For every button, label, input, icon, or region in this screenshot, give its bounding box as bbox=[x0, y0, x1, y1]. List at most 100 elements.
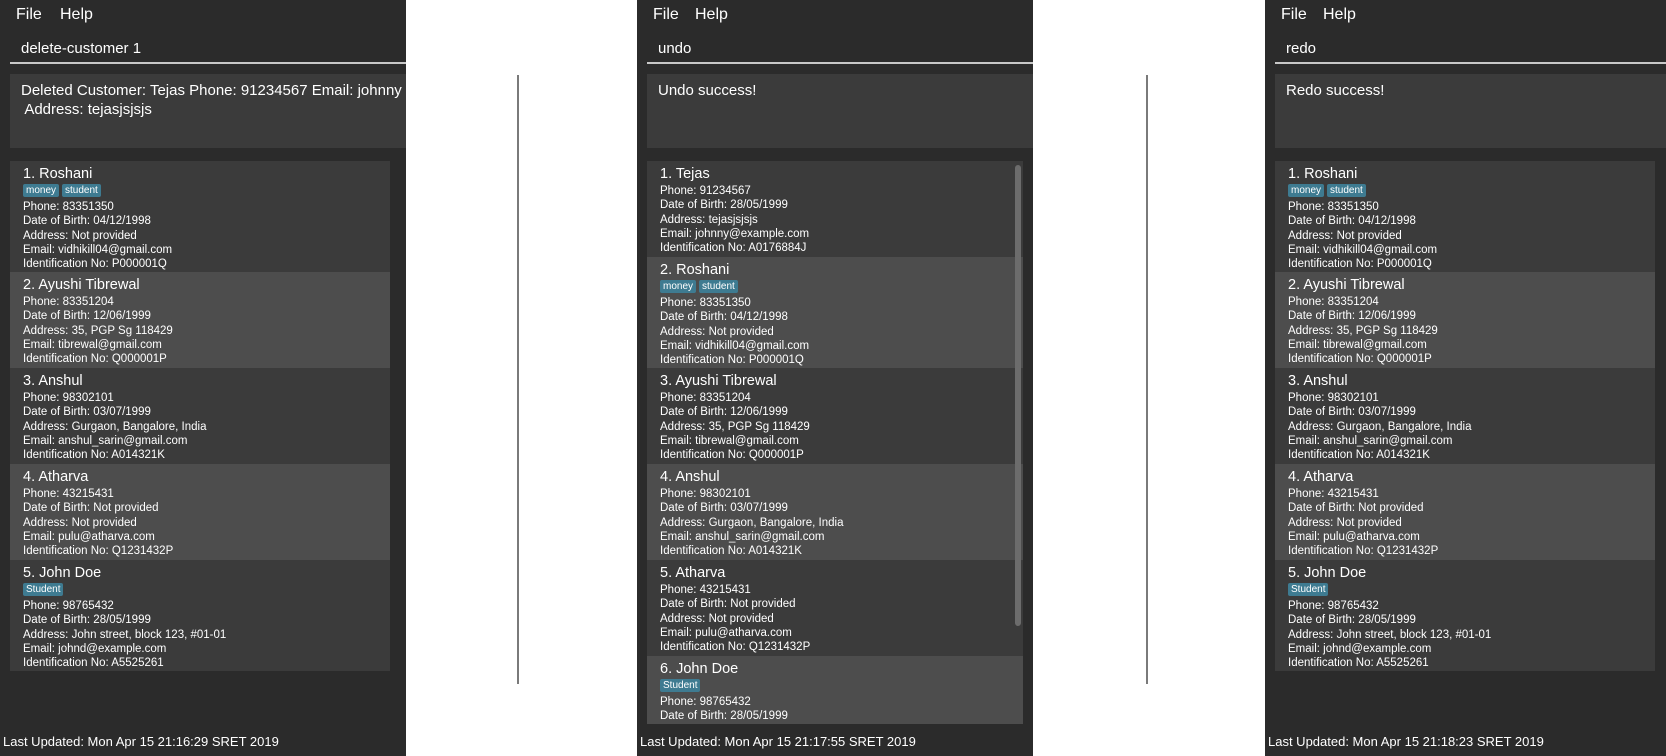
customer-address: Address: Not provided bbox=[23, 516, 137, 529]
customer-address: Address: tejasjsjsjs bbox=[660, 213, 758, 226]
menu-file[interactable]: File bbox=[653, 6, 679, 24]
customer-phone: Phone: 83351204 bbox=[23, 296, 114, 308]
customer-address: Address: John street, block 123, #01-01 bbox=[1288, 628, 1492, 641]
customer-name: 4. Atharva bbox=[1288, 469, 1354, 485]
customer-name: 2. Ayushi Tibrewal bbox=[23, 277, 140, 293]
menu-file[interactable]: File bbox=[16, 6, 42, 24]
customer-name: 3. Ayushi Tibrewal bbox=[660, 373, 777, 389]
customer-card[interactable]: 5. John Doe Student Phone: 98765432 Date… bbox=[1275, 560, 1655, 671]
customer-card[interactable]: 1. Roshani money student Phone: 83351350 … bbox=[10, 161, 390, 272]
customer-card[interactable]: 4. Atharva Phone: 43215431 Date of Birth… bbox=[10, 464, 390, 560]
customer-list[interactable]: 1. Roshani money student Phone: 83351350 … bbox=[1275, 161, 1655, 724]
customer-email: Email: vidhikill04@gmail.com bbox=[660, 339, 810, 352]
customer-phone: Phone: 98302101 bbox=[660, 488, 751, 500]
customer-phone: Phone: 83351204 bbox=[660, 392, 751, 404]
customer-phone: Phone: 98302101 bbox=[23, 392, 114, 404]
customer-card[interactable]: 4. Atharva Phone: 43215431 Date of Birth… bbox=[1275, 464, 1655, 560]
customer-phone: Phone: 43215431 bbox=[1288, 488, 1379, 500]
customer-id: Identification No: Q000001P bbox=[1288, 353, 1432, 366]
menu-file[interactable]: File bbox=[1281, 6, 1307, 24]
customer-id: Identification No: A0176884J bbox=[660, 242, 807, 255]
customer-card[interactable]: 1. Roshani money student Phone: 83351350 … bbox=[1275, 161, 1655, 272]
customer-dob: Date of Birth: 12/06/1999 bbox=[1288, 310, 1416, 323]
menu-help[interactable]: Help bbox=[695, 6, 728, 24]
command-box bbox=[10, 34, 406, 64]
customer-card[interactable]: 2. Ayushi Tibrewal Phone: 83351204 Date … bbox=[1275, 272, 1655, 368]
customer-dob: Date of Birth: 03/07/1999 bbox=[660, 502, 788, 515]
tag-list: money student bbox=[1288, 184, 1655, 200]
tag: Student bbox=[1288, 583, 1329, 596]
customer-email: Email: johnd@example.com bbox=[23, 642, 167, 655]
customer-name: 5. John Doe bbox=[1288, 565, 1367, 581]
customer-card[interactable]: 1. Tejas Phone: 91234567 Date of Birth: … bbox=[647, 161, 1023, 257]
command-input[interactable] bbox=[10, 34, 406, 62]
tag: Student bbox=[23, 583, 64, 596]
customer-card[interactable]: 6. John Doe Student Phone: 98765432 Date… bbox=[647, 656, 1023, 724]
tag: money bbox=[1288, 184, 1325, 197]
customer-email: Email: tibrewal@gmail.com bbox=[1288, 338, 1427, 351]
customer-address: Address: Not provided bbox=[660, 612, 774, 625]
customer-address: Address: Gurgaon, Bangalore, India bbox=[1288, 420, 1472, 433]
customer-email: Email: johnny@example.com bbox=[660, 227, 810, 240]
menu-help[interactable]: Help bbox=[1323, 6, 1356, 24]
customer-phone: Phone: 98302101 bbox=[1288, 392, 1379, 404]
menu-help[interactable]: Help bbox=[60, 6, 93, 24]
command-input[interactable] bbox=[1275, 34, 1666, 62]
customer-address: Address: 35, PGP Sg 118429 bbox=[1288, 324, 1438, 337]
customer-address: Address: John street, block 123, #01-01 bbox=[23, 628, 227, 641]
customer-email: Email: pulu@atharva.com bbox=[1288, 530, 1420, 543]
customer-card[interactable]: 5. Atharva Phone: 43215431 Date of Birth… bbox=[647, 560, 1023, 656]
customer-dob: Date of Birth: 04/12/1998 bbox=[660, 311, 788, 324]
result-display: Deleted Customer: Tejas Phone: 91234567 … bbox=[10, 74, 406, 148]
customer-name: 1. Roshani bbox=[23, 166, 93, 182]
customer-id: Identification No: P000001Q bbox=[660, 354, 804, 367]
customer-list[interactable]: 1. Tejas Phone: 91234567 Date of Birth: … bbox=[647, 161, 1023, 724]
customer-dob: Date of Birth: Not provided bbox=[660, 598, 796, 611]
customer-phone: Phone: 83351350 bbox=[660, 297, 751, 309]
customer-address: Address: Gurgaon, Bangalore, India bbox=[660, 516, 844, 529]
customer-card[interactable]: 3. Anshul Phone: 98302101 Date of Birth:… bbox=[10, 368, 390, 464]
customer-id: Identification No: A5525261 bbox=[23, 657, 164, 670]
customer-phone: Phone: 91234567 bbox=[660, 185, 751, 197]
tag-list: Student bbox=[660, 679, 1023, 695]
command-box bbox=[1275, 34, 1666, 64]
customer-card[interactable]: 2. Ayushi Tibrewal Phone: 83351204 Date … bbox=[10, 272, 390, 368]
customer-dob: Date of Birth: 12/06/1999 bbox=[660, 406, 788, 419]
customer-name: 1. Roshani bbox=[1288, 166, 1358, 182]
customer-address: Address: Not provided bbox=[660, 325, 774, 338]
customer-dob: Date of Birth: 28/05/1999 bbox=[660, 199, 788, 212]
menu-bar: File Help bbox=[1265, 0, 1666, 30]
tag: student bbox=[699, 280, 738, 293]
customer-phone: Phone: 43215431 bbox=[660, 584, 751, 596]
customer-id: Identification No: Q000001P bbox=[23, 353, 167, 366]
customer-id: Identification No: A014321K bbox=[23, 449, 165, 462]
customer-name: 5. Atharva bbox=[660, 565, 726, 581]
tag-list: money student bbox=[660, 280, 1023, 296]
customer-name: 2. Ayushi Tibrewal bbox=[1288, 277, 1405, 293]
app-window-redo: File Help Redo success! 1. Roshani money… bbox=[1265, 0, 1666, 756]
customer-phone: Phone: 43215431 bbox=[23, 488, 114, 500]
customer-phone: Phone: 83351350 bbox=[23, 201, 114, 213]
customer-card[interactable]: 4. Anshul Phone: 98302101 Date of Birth:… bbox=[647, 464, 1023, 560]
list-scrollbar[interactable] bbox=[1015, 165, 1021, 626]
command-input[interactable] bbox=[647, 34, 1033, 62]
customer-card[interactable]: 5. John Doe Student Phone: 98765432 Date… bbox=[10, 560, 390, 671]
tag: Student bbox=[660, 679, 701, 692]
customer-dob: Date of Birth: Not provided bbox=[23, 502, 159, 515]
customer-card[interactable]: 3. Anshul Phone: 98302101 Date of Birth:… bbox=[1275, 368, 1655, 464]
customer-list[interactable]: 1. Roshani money student Phone: 83351350 … bbox=[10, 161, 390, 724]
customer-card[interactable]: 3. Ayushi Tibrewal Phone: 83351204 Date … bbox=[647, 368, 1023, 464]
customer-email: Email: tibrewal@gmail.com bbox=[23, 338, 162, 351]
customer-email: Email: anshul_sarin@gmail.com bbox=[23, 434, 188, 447]
customer-id: Identification No: A014321K bbox=[660, 545, 802, 558]
customer-dob: Date of Birth: 03/07/1999 bbox=[1288, 406, 1416, 419]
tag: money bbox=[660, 280, 697, 293]
customer-address: Address: Not provided bbox=[1288, 229, 1402, 242]
customer-card[interactable]: 2. Roshani money student Phone: 83351350 … bbox=[647, 257, 1023, 368]
status-bar: Last Updated: Mon Apr 15 21:17:55 SRET 2… bbox=[637, 728, 1033, 756]
customer-name: 3. Anshul bbox=[1288, 373, 1348, 389]
customer-name: 6. John Doe bbox=[660, 661, 739, 677]
tag: student bbox=[1327, 184, 1366, 197]
customer-name: 1. Tejas bbox=[660, 166, 710, 182]
menu-bar: File Help bbox=[0, 0, 406, 30]
